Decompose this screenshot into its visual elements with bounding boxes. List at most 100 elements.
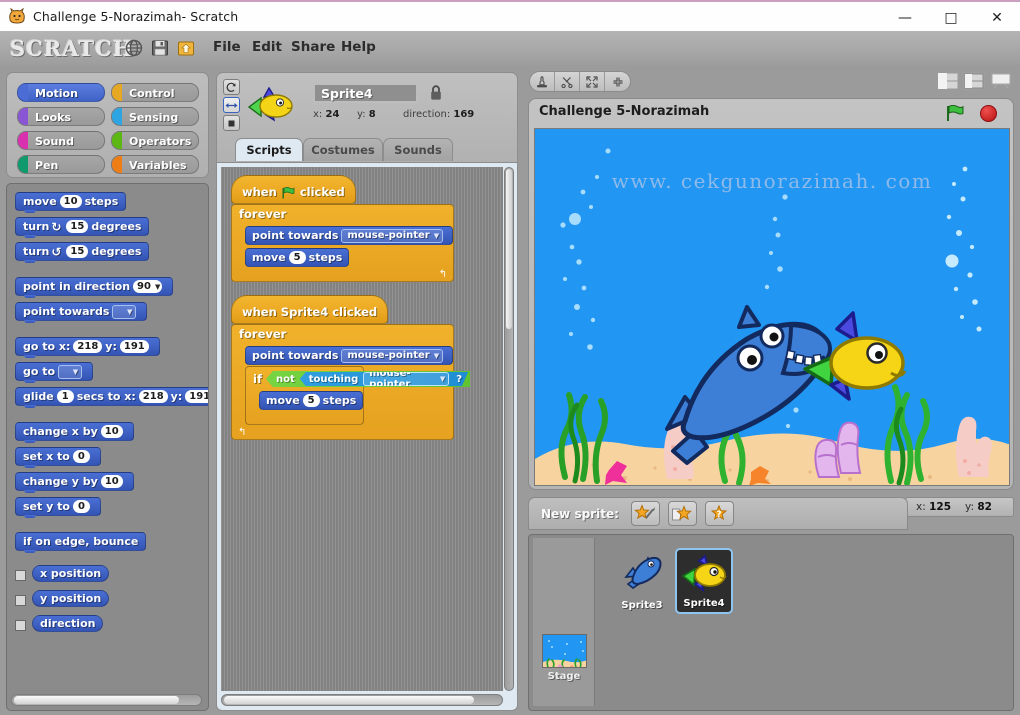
left-right-flip-button[interactable] <box>223 97 240 113</box>
palette-block-set-y-to[interactable]: set y to 0 <box>15 497 101 518</box>
tab-sounds[interactable]: Sounds <box>383 138 453 161</box>
glide-x-input[interactable]: 218 <box>138 390 168 403</box>
script-stack-2[interactable]: when Sprite4 clicked forever point towar… <box>231 295 471 440</box>
glide-y-input[interactable]: 191 <box>185 390 208 403</box>
stage-display[interactable]: www. cekgunorazimah. com <box>534 128 1010 486</box>
palette-horizontal-scrollbar[interactable] <box>11 694 202 706</box>
palette-block-turn-cw[interactable]: turn ↻ 15 degrees <box>15 217 150 238</box>
tab-costumes[interactable]: Costumes <box>303 138 383 161</box>
move-steps-input[interactable]: 10 <box>59 195 82 208</box>
palette-block-change-y-by[interactable]: change y by 10 <box>15 472 134 493</box>
operator-not-block[interactable]: not touching mouse-pointer ▼ ? <box>265 371 471 387</box>
script-stack-1[interactable]: when clicked forever point towards mouse… <box>231 175 455 282</box>
palette-block-if-on-edge-bounce[interactable]: if on edge, bounce <box>15 532 147 553</box>
block-point-towards-1[interactable]: point towards mouse-pointer ▼ <box>245 226 454 245</box>
point-towards-dropdown-1[interactable]: mouse-pointer ▼ <box>341 228 444 243</box>
maximize-button[interactable]: □ <box>928 2 974 33</box>
move-steps-input-2[interactable]: 5 <box>302 394 320 407</box>
stamp-tool[interactable] <box>530 72 555 91</box>
category-motion[interactable]: Motion <box>17 83 105 102</box>
palette-block-change-x-by[interactable]: change x by 10 <box>15 422 134 443</box>
hat-when-green-flag-clicked[interactable]: when clicked <box>231 175 356 204</box>
set-x-input[interactable]: 0 <box>72 450 90 463</box>
scissors-tool[interactable] <box>555 72 580 91</box>
change-y-input[interactable]: 10 <box>100 475 123 488</box>
watcher-checkbox-y-position[interactable] <box>15 595 26 606</box>
palette-block-point-in-direction[interactable]: point in direction 90 ▼ <box>15 277 174 298</box>
block-move-steps-2[interactable]: move 5 steps <box>259 391 364 410</box>
sprite-cell-sprite4[interactable]: Sprite4 <box>675 548 733 614</box>
category-operators[interactable]: Operators <box>111 131 199 150</box>
menu-file[interactable]: File <box>213 39 241 55</box>
scripts-vscroll-thumb[interactable] <box>506 169 512 329</box>
block-move-steps-1[interactable]: move 5 steps <box>245 248 350 267</box>
palette-block-set-x-to[interactable]: set x to 0 <box>15 447 101 468</box>
scripts-vertical-scrollbar[interactable] <box>504 167 514 691</box>
glide-secs-input[interactable]: 1 <box>56 390 74 403</box>
turn-cw-degrees-input[interactable]: 15 <box>66 220 89 233</box>
change-x-input[interactable]: 10 <box>100 425 123 438</box>
point-towards-dropdown-2[interactable]: mouse-pointer ▼ <box>341 348 444 363</box>
category-variables[interactable]: Variables <box>111 155 199 174</box>
c-block-forever-2[interactable]: forever point towards mouse-pointer ▼ if… <box>231 324 471 440</box>
close-button[interactable]: ✕ <box>974 2 1020 33</box>
menu-help[interactable]: Help <box>341 39 376 55</box>
save-icon[interactable] <box>150 38 170 58</box>
c-block-if[interactable]: if not touching mouse-pointer ▼ ? move 5… <box>245 366 471 425</box>
tab-scripts[interactable]: Scripts <box>235 138 303 161</box>
shrink-tool[interactable] <box>605 72 630 91</box>
menu-share[interactable]: Share <box>291 39 335 55</box>
c-block-forever-1[interactable]: forever point towards mouse-pointer ▼ mo <box>231 204 455 282</box>
go-to-y-input[interactable]: 191 <box>119 340 149 353</box>
reporter-y-position[interactable]: y position <box>32 590 110 607</box>
direction-dropdown[interactable]: 90 ▼ <box>133 280 163 293</box>
category-sound[interactable]: Sound <box>17 131 105 150</box>
palette-block-point-towards[interactable]: point towards ▼ <box>15 302 148 323</box>
do-not-rotate-button[interactable] <box>223 115 240 131</box>
category-sensing[interactable]: Sensing <box>111 107 199 126</box>
touching-dropdown[interactable]: mouse-pointer ▼ <box>363 372 449 386</box>
surprise-sprite-button[interactable]: ? <box>704 501 734 526</box>
palette-block-turn-ccw[interactable]: turn ↺ 15 degrees <box>15 242 150 263</box>
scripts-canvas[interactable]: when clicked forever point towards mouse… <box>221 167 503 691</box>
palette-block-go-to-xy[interactable]: go to x: 218 y: 191 <box>15 337 160 358</box>
block-palette[interactable]: move 10 steps turn ↻ 15 degrees turn ↺ 1… <box>6 183 209 711</box>
hat-when-sprite-clicked[interactable]: when Sprite4 clicked <box>231 295 389 324</box>
scripts-pane[interactable]: when clicked forever point towards mouse… <box>216 163 518 711</box>
move-steps-input-1[interactable]: 5 <box>288 251 306 264</box>
palette-block-glide[interactable]: glide 1 secs to x: 218 y: 191 <box>15 387 208 408</box>
normal-stage-button[interactable] <box>963 72 985 90</box>
watcher-checkbox-x-position[interactable] <box>15 570 26 581</box>
category-looks[interactable]: Looks <box>17 107 105 126</box>
sprite-cell-sprite3[interactable]: Sprite3 <box>613 548 671 614</box>
palette-block-go-to[interactable]: go to ▼ <box>15 362 94 383</box>
reporter-x-position[interactable]: x position <box>32 565 110 582</box>
open-project-icon[interactable] <box>176 38 196 58</box>
globe-icon[interactable] <box>124 38 144 58</box>
reporter-direction[interactable]: direction <box>32 615 104 632</box>
go-to-x-input[interactable]: 218 <box>73 340 103 353</box>
set-y-input[interactable]: 0 <box>72 500 90 513</box>
paint-new-sprite-button[interactable] <box>630 501 660 526</box>
go-to-dropdown[interactable]: ▼ <box>58 364 83 379</box>
green-flag-button[interactable] <box>946 105 965 122</box>
scripts-horizontal-scrollbar[interactable] <box>221 694 503 706</box>
grow-tool[interactable] <box>580 72 605 91</box>
point-towards-dropdown[interactable]: ▼ <box>112 304 137 319</box>
category-control[interactable]: Control <box>111 83 199 102</box>
palette-block-move[interactable]: move 10 steps <box>15 192 127 213</box>
stop-button[interactable] <box>980 105 997 122</box>
presentation-mode-button[interactable] <box>990 72 1012 90</box>
minimize-button[interactable]: — <box>882 2 928 33</box>
block-point-towards-2[interactable]: point towards mouse-pointer ▼ <box>245 346 454 365</box>
turn-ccw-degrees-input[interactable]: 15 <box>66 245 89 258</box>
menu-edit[interactable]: Edit <box>252 39 282 55</box>
category-pen[interactable]: Pen <box>17 155 105 174</box>
rotate-freely-button[interactable] <box>223 79 240 95</box>
sprite-name-input[interactable]: Sprite4 <box>313 83 418 103</box>
lock-icon[interactable] <box>429 84 443 101</box>
sensing-touching-block[interactable]: touching mouse-pointer ▼ ? <box>300 372 468 386</box>
palette-scrollbar-thumb[interactable] <box>14 696 179 704</box>
new-sprite-from-file-button[interactable] <box>667 501 697 526</box>
stage-selector[interactable]: Stage <box>533 538 595 706</box>
